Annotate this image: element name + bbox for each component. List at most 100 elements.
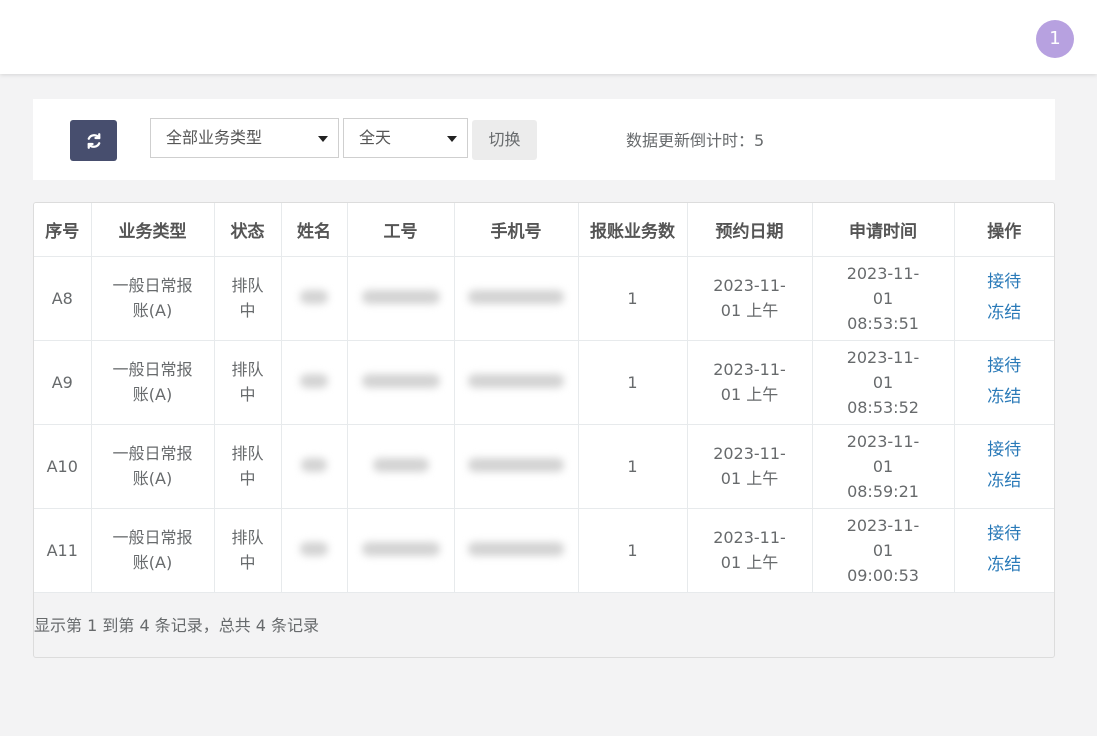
table-header-row: 序号 业务类型 状态 姓名 工号 手机号 报账业务数 预约日期 申请时间 操作 — [34, 203, 1054, 257]
freeze-link[interactable]: 冻结 — [955, 382, 1055, 413]
cell-employee-id-redacted — [346, 255, 455, 341]
cell-date: 2023-11-01 上午 — [686, 507, 813, 593]
cell-seq: A11 — [34, 507, 92, 593]
cell-status-text: 排队中 — [231, 528, 264, 572]
cell-date: 2023-11-01 上午 — [686, 339, 813, 425]
redacted-text — [361, 289, 440, 304]
cell-actions: 接待 冻结 — [953, 339, 1055, 425]
cell-name-redacted — [280, 507, 348, 593]
cell-date: 2023-11-01 上午 — [686, 423, 813, 509]
cell-status-text: 排队中 — [231, 360, 264, 404]
column-header-time[interactable]: 申请时间 — [811, 203, 955, 257]
table-row: A11 一般日常报账(A) 排队中 1 2023-11-01 上午 2023-1… — [34, 507, 1055, 593]
table-row: A8 一般日常报账(A) 排队中 1 2023-11-01 上午 2023-11… — [34, 255, 1055, 341]
freeze-link[interactable]: 冻结 — [955, 550, 1055, 581]
cell-type-text: 一般日常报账(A) — [112, 360, 193, 404]
cell-date: 2023-11-01 上午 — [686, 255, 813, 341]
cell-type: 一般日常报账(A) — [90, 507, 215, 593]
redacted-text — [468, 457, 564, 472]
column-header-date[interactable]: 预约日期 — [686, 203, 813, 257]
cell-phone-redacted — [453, 255, 579, 341]
update-countdown: 数据更新倒计时：5 — [626, 131, 765, 150]
redacted-text — [468, 373, 564, 388]
business-type-value: 全部业务类型 — [166, 128, 263, 147]
freeze-link[interactable]: 冻结 — [955, 466, 1055, 497]
redacted-text — [468, 541, 564, 556]
cell-seq: A8 — [34, 255, 92, 341]
cell-status: 排队中 — [213, 423, 282, 509]
pagination-summary: 显示第 1 到第 4 条记录，总共 4 条记录 — [34, 616, 320, 635]
cell-phone-redacted — [453, 339, 579, 425]
refresh-icon — [87, 132, 100, 149]
queue-table: 序号 业务类型 状态 姓名 工号 手机号 报账业务数 预约日期 申请时间 操作 … — [34, 203, 1054, 593]
column-header-phone[interactable]: 手机号 — [453, 203, 579, 257]
accept-link[interactable]: 接待 — [955, 435, 1055, 466]
redacted-text — [301, 457, 327, 472]
cell-time-text: 2023-11-01 08:53:52 — [846, 347, 920, 417]
column-header-seq[interactable]: 序号 — [34, 203, 92, 257]
cell-date-text: 2023-11-01 上午 — [713, 528, 786, 572]
cell-time: 2023-11-01 09:00:53 — [811, 507, 955, 593]
redacted-text — [300, 373, 328, 388]
table-row: A10 一般日常报账(A) 排队中 1 2023-11-01 上午 2023-1… — [34, 423, 1055, 509]
cell-count: 1 — [577, 423, 688, 509]
cell-name-redacted — [280, 339, 348, 425]
cell-date-text: 2023-11-01 上午 — [713, 444, 786, 488]
cell-employee-id-redacted — [346, 423, 455, 509]
cell-status-text: 排队中 — [231, 444, 264, 488]
cell-phone-redacted — [453, 507, 579, 593]
cell-count: 1 — [577, 507, 688, 593]
redacted-text — [468, 289, 564, 304]
cell-type: 一般日常报账(A) — [90, 255, 215, 341]
freeze-link[interactable]: 冻结 — [955, 298, 1055, 329]
cell-date-text: 2023-11-01 上午 — [713, 276, 786, 320]
notification-badge[interactable]: 1 — [1036, 20, 1074, 58]
column-header-type[interactable]: 业务类型 — [90, 203, 215, 257]
cell-type: 一般日常报账(A) — [90, 423, 215, 509]
business-type-select[interactable]: 全部业务类型 — [150, 118, 339, 158]
column-header-employee-id[interactable]: 工号 — [346, 203, 455, 257]
cell-seq: A10 — [34, 423, 92, 509]
cell-actions: 接待 冻结 — [953, 255, 1055, 341]
refresh-button[interactable] — [70, 120, 117, 161]
cell-seq: A9 — [34, 339, 92, 425]
redacted-text — [300, 541, 328, 556]
time-range-value: 全天 — [359, 128, 392, 147]
column-header-count[interactable]: 报账业务数 — [577, 203, 688, 257]
cell-employee-id-redacted — [346, 339, 455, 425]
cell-date-text: 2023-11-01 上午 — [713, 360, 786, 404]
cell-employee-id-redacted — [346, 507, 455, 593]
dropdown-caret-icon — [447, 136, 457, 142]
cell-count: 1 — [577, 339, 688, 425]
accept-link[interactable]: 接待 — [955, 351, 1055, 382]
redacted-text — [300, 289, 328, 304]
cell-name-redacted — [280, 423, 348, 509]
cell-type: 一般日常报账(A) — [90, 339, 215, 425]
column-header-actions: 操作 — [953, 203, 1054, 257]
table-row: A9 一般日常报账(A) 排队中 1 2023-11-01 上午 2023-11… — [34, 339, 1055, 425]
column-header-name[interactable]: 姓名 — [280, 203, 348, 257]
accept-link[interactable]: 接待 — [955, 267, 1055, 298]
cell-status: 排队中 — [213, 255, 282, 341]
top-bar: 1 — [0, 0, 1097, 74]
time-range-select[interactable]: 全天 — [343, 118, 468, 158]
cell-time-text: 2023-11-01 08:53:51 — [846, 263, 920, 333]
accept-link[interactable]: 接待 — [955, 519, 1055, 550]
dropdown-caret-icon — [318, 136, 328, 142]
cell-status-text: 排队中 — [231, 276, 264, 320]
cell-count: 1 — [577, 255, 688, 341]
redacted-text — [361, 541, 440, 556]
cell-status: 排队中 — [213, 339, 282, 425]
cell-status: 排队中 — [213, 507, 282, 593]
cell-time-text: 2023-11-01 08:59:21 — [846, 431, 920, 501]
toolbar: 全部业务类型 全天 切换 数据更新倒计时：5 — [33, 99, 1055, 180]
redacted-text — [372, 457, 429, 472]
redacted-text — [361, 373, 440, 388]
switch-button[interactable]: 切换 — [472, 120, 537, 160]
column-header-status[interactable]: 状态 — [213, 203, 282, 257]
cell-type-text: 一般日常报账(A) — [112, 276, 193, 320]
cell-time: 2023-11-01 08:53:52 — [811, 339, 955, 425]
cell-actions: 接待 冻结 — [953, 423, 1055, 509]
cell-actions: 接待 冻结 — [953, 507, 1055, 593]
cell-time: 2023-11-01 08:59:21 — [811, 423, 955, 509]
